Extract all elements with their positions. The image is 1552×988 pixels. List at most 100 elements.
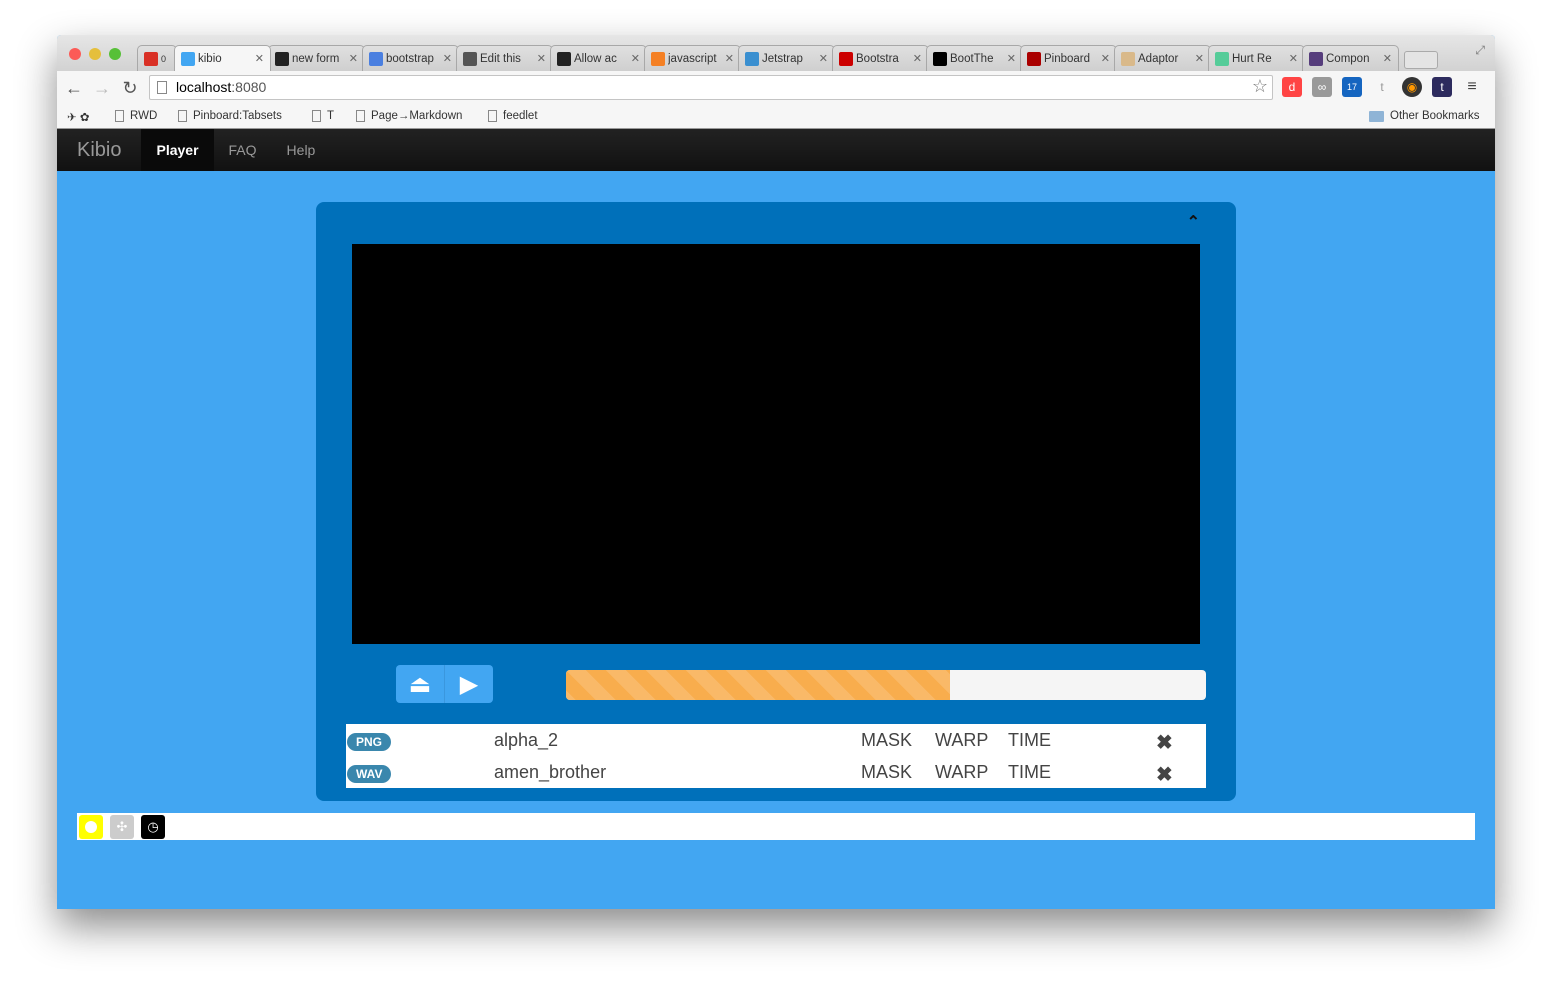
close-tab-icon[interactable]: ✕ xyxy=(1195,52,1204,65)
bookmark-rwd[interactable]: RWD xyxy=(115,110,157,122)
close-tab-icon[interactable]: ✕ xyxy=(537,52,546,65)
close-tab-icon[interactable]: ✕ xyxy=(819,52,828,65)
close-tab-icon[interactable]: ✕ xyxy=(255,52,264,65)
tab-title: Edit this xyxy=(480,52,521,65)
expand-icon[interactable]: ✣ xyxy=(110,815,134,839)
minimize-window-button[interactable] xyxy=(89,48,101,60)
remove-icon[interactable]: ✖ xyxy=(1156,730,1173,755)
mask-button[interactable]: MASK xyxy=(861,730,912,751)
bookmark-label: Other Bookmarks xyxy=(1390,110,1480,122)
file-row: PNG alpha_2 MASK WARP TIME ✖ xyxy=(346,724,1206,756)
close-tab-icon[interactable]: ✕ xyxy=(349,52,358,65)
kibio-icon xyxy=(181,51,195,66)
new-tab-button[interactable] xyxy=(1404,51,1438,69)
nav-player[interactable]: Player xyxy=(141,129,214,171)
tab-8[interactable]: Bootstra ✕ xyxy=(832,45,929,71)
remove-icon[interactable]: ✖ xyxy=(1156,762,1173,787)
bookmark-label: Page→Markdown xyxy=(371,110,463,122)
close-tab-icon[interactable]: ✕ xyxy=(443,52,452,65)
chevron-up-icon[interactable]: ⌃ xyxy=(1187,212,1200,232)
close-tab-icon[interactable]: ✕ xyxy=(725,52,734,65)
tab-13[interactable]: Compon ✕ xyxy=(1302,45,1399,71)
tab-7[interactable]: Jetstrap ✕ xyxy=(738,45,835,71)
close-window-button[interactable] xyxy=(69,48,81,60)
close-tab-icon[interactable]: ✕ xyxy=(1101,52,1110,65)
bookmark-t[interactable]: T xyxy=(312,110,334,122)
video-canvas[interactable] xyxy=(352,244,1200,644)
warp-button[interactable]: WARP xyxy=(935,730,988,751)
close-tab-icon[interactable]: ✕ xyxy=(913,52,922,65)
mask-button[interactable]: MASK xyxy=(861,762,912,783)
bookmarklet-icon[interactable]: ✈ ✿ xyxy=(67,110,89,124)
tab-6[interactable]: javascript ✕ xyxy=(644,45,741,71)
play-button[interactable]: ▶ xyxy=(445,665,493,703)
eject-button[interactable]: ⏏ xyxy=(396,665,445,703)
bookmarks-bar: ✈ ✿ RWD Pinboard:Tabsets T Page→Markdown… xyxy=(57,105,1495,129)
tab-1[interactable]: kibio ✕ xyxy=(174,45,271,71)
warp-button[interactable]: WARP xyxy=(935,762,988,783)
tab-10[interactable]: Pinboard ✕ xyxy=(1020,45,1117,71)
tab-title: new form xyxy=(292,52,340,65)
tab-3[interactable]: bootstrap ✕ xyxy=(362,45,459,71)
page-icon xyxy=(157,81,167,94)
circle-icon[interactable] xyxy=(79,815,103,839)
clock-icon[interactable]: ◷ xyxy=(141,815,165,839)
extensions: d ∞ 17 t ◉ t ≡ xyxy=(1282,77,1482,97)
nav-faq[interactable]: FAQ xyxy=(214,129,272,171)
tab-11[interactable]: Adaptor ✕ xyxy=(1114,45,1211,71)
close-tab-icon[interactable]: ✕ xyxy=(1289,52,1298,65)
brand-logo[interactable]: Kibio xyxy=(57,139,141,162)
eject-icon: ⏏ xyxy=(408,670,432,698)
boottheme-icon xyxy=(933,51,947,66)
tab-5[interactable]: Allow ac ✕ xyxy=(550,45,647,71)
color-picker-icon[interactable]: ◉ xyxy=(1402,77,1422,97)
bookmark-pinboard-tabsets[interactable]: Pinboard:Tabsets xyxy=(178,110,282,122)
tab-2[interactable]: new form ✕ xyxy=(268,45,365,71)
close-tab-icon[interactable]: ✕ xyxy=(1007,52,1016,65)
hurt-icon xyxy=(1215,51,1229,66)
tab-title: kibio xyxy=(198,52,222,65)
twitter-icon[interactable]: t xyxy=(1432,77,1452,97)
bookmark-label: RWD xyxy=(130,110,158,122)
tab-4[interactable]: Edit this ✕ xyxy=(456,45,553,71)
calendar-ext-icon[interactable]: 17 xyxy=(1342,77,1362,97)
browser-toolbar: ← → ↻ localhost:8080 ☆ d ∞ 17 t ◉ t ≡ xyxy=(57,71,1495,105)
time-button[interactable]: TIME xyxy=(1008,762,1051,783)
menu-icon[interactable]: ≡ xyxy=(1462,77,1482,97)
browser-window: 0 kibio ✕ new form ✕ bootstrap ✕ Edit this ✕ Allo… xyxy=(57,35,1495,909)
cloud-icon xyxy=(463,51,477,66)
tumblr-icon[interactable]: t xyxy=(1372,77,1392,97)
page-icon xyxy=(115,110,124,122)
close-tab-icon[interactable]: ✕ xyxy=(1383,52,1392,65)
tab-strip: 0 kibio ✕ new form ✕ bootstrap ✕ Edit this ✕ Allo… xyxy=(57,35,1495,71)
player-panel: ⌃ ⏏ ▶ PNG alpha_2 MASK WARP TIME ✖ WAV am… xyxy=(316,202,1236,801)
duckduckgo-icon[interactable]: d xyxy=(1282,77,1302,97)
file-name: alpha_2 xyxy=(494,730,559,750)
app-navbar: Kibio Player FAQ Help xyxy=(57,129,1495,171)
bookmark-star-icon[interactable]: ☆ xyxy=(1252,76,1268,97)
other-bookmarks[interactable]: Other Bookmarks xyxy=(1369,110,1479,122)
time-button[interactable]: TIME xyxy=(1008,730,1051,751)
nav-help[interactable]: Help xyxy=(272,129,331,171)
zoom-window-button[interactable] xyxy=(109,48,121,60)
github-icon xyxy=(275,51,289,66)
address-bar[interactable]: localhost:8080 ☆ xyxy=(149,75,1273,100)
tab-0[interactable]: 0 xyxy=(137,45,177,71)
progress-bar[interactable] xyxy=(566,670,1206,700)
reload-button[interactable]: ↻ xyxy=(116,78,144,99)
bookmark-page-markdown[interactable]: Page→Markdown xyxy=(356,110,462,122)
tab-title: Hurt Re xyxy=(1232,52,1272,65)
stackoverflow-icon xyxy=(651,51,665,66)
tab-title: bootstrap xyxy=(386,52,434,65)
file-row: WAV amen_brother MASK WARP TIME ✖ xyxy=(346,756,1206,788)
close-tab-icon[interactable]: ✕ xyxy=(631,52,640,65)
tab-12[interactable]: Hurt Re ✕ xyxy=(1208,45,1305,71)
forward-button[interactable]: → xyxy=(88,78,116,99)
tab-9[interactable]: BootThe ✕ xyxy=(926,45,1023,71)
adaptor-icon xyxy=(1121,51,1135,66)
fullscreen-icon[interactable]: ⤢ xyxy=(1475,43,1485,58)
file-type-badge: PNG xyxy=(347,733,392,751)
bookmark-feedlet[interactable]: feedlet xyxy=(488,110,538,122)
readability-icon[interactable]: ∞ xyxy=(1312,77,1332,97)
back-button[interactable]: ← xyxy=(60,78,88,99)
